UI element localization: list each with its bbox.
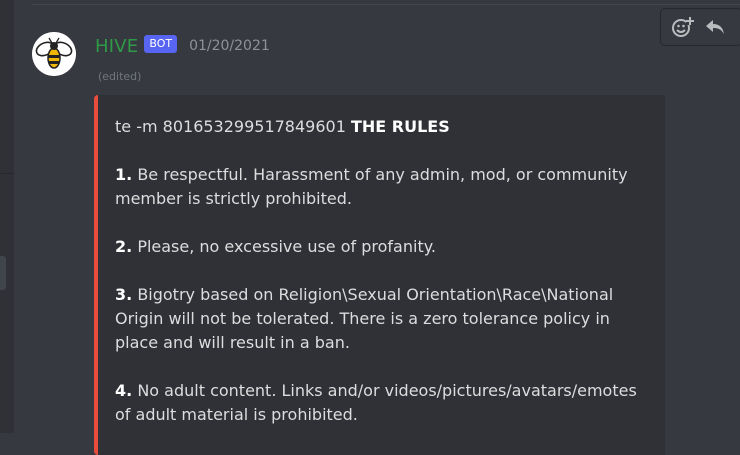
rule-text: Please, no excessive use of profanity.: [137, 237, 436, 256]
rule-text: Be respectful. Harassment of any admin, …: [115, 165, 628, 208]
rule-item: 3. Bigotry based on Religion\Sexual Orie…: [115, 283, 655, 355]
channel-sidebar-edge: [0, 0, 14, 433]
rule-text: No adult content. Links and/or videos/pi…: [115, 381, 637, 424]
rule-item: 2. Please, no excessive use of profanity…: [115, 235, 655, 259]
add-reaction-icon: [672, 17, 694, 37]
author-name[interactable]: HIVE: [95, 36, 138, 57]
add-reaction-button[interactable]: [667, 11, 699, 43]
reply-icon: [706, 20, 724, 34]
rule-number: 1.: [115, 165, 133, 184]
embed-description: te -m 801653299517849601 THE RULES 1. Be…: [115, 115, 655, 451]
rule-number: 3.: [115, 285, 133, 304]
bot-badge: BOT: [144, 35, 178, 53]
embed-prefix: te -m 801653299517849601: [115, 117, 346, 136]
embed-title-line: te -m 801653299517849601 THE RULES: [115, 115, 655, 139]
rule-item: 4. No adult content. Links and/or videos…: [115, 379, 655, 427]
embed-title: THE RULES: [350, 117, 450, 136]
message-timestamp[interactable]: 01/20/2021: [189, 38, 270, 54]
rules-embed: te -m 801653299517849601 THE RULES 1. Be…: [94, 95, 665, 455]
rule-item: 1. Be respectful. Harassment of any admi…: [115, 163, 655, 211]
rule-number: 4.: [115, 381, 133, 400]
rule-number: 2.: [115, 237, 133, 256]
bee-avatar-icon[interactable]: [32, 32, 76, 76]
message-divider: [32, 4, 740, 5]
message-header: HIVE BOT 01/20/2021: [95, 34, 270, 58]
rule-text: Bigotry based on Religion\Sexual Orienta…: [115, 285, 614, 352]
sidebar-selected-indicator: [0, 256, 6, 290]
reply-button[interactable]: [699, 11, 731, 43]
sidebar-divider: [0, 173, 14, 174]
edited-marker: (edited): [98, 70, 142, 83]
message-actions-toolbar: [660, 8, 740, 46]
